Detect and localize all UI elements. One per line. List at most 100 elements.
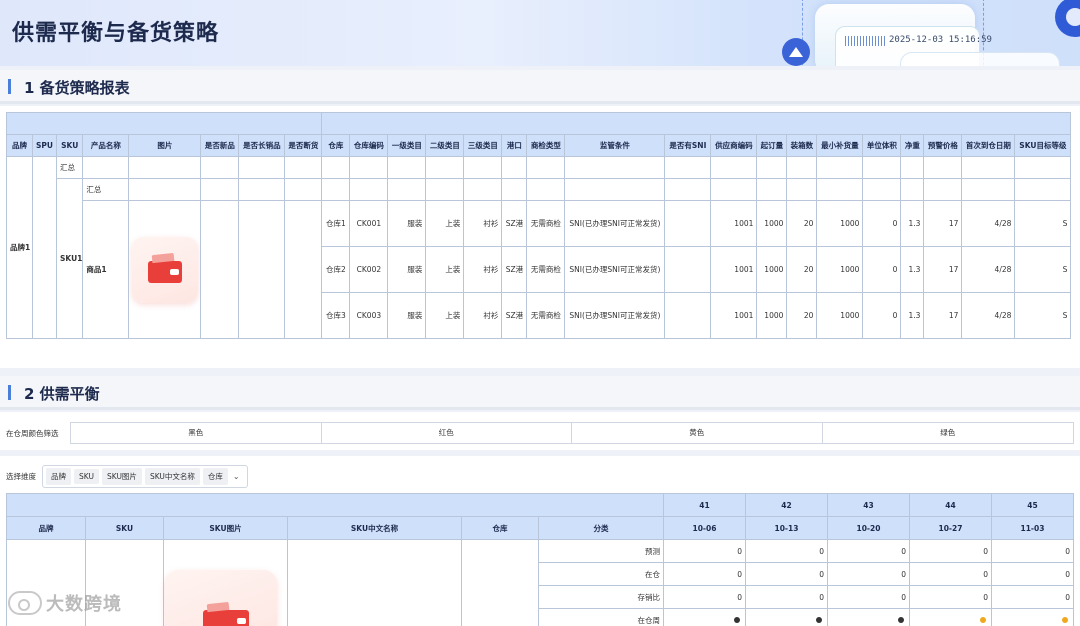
- status-dot-cell: [991, 608, 1074, 626]
- column-header[interactable]: SKU: [85, 516, 164, 540]
- column-header[interactable]: SPU: [32, 134, 57, 157]
- column-header[interactable]: SKU图片: [163, 516, 288, 540]
- first-date-cell: 4/28: [961, 246, 1016, 293]
- column-header[interactable]: SKU: [55, 134, 84, 157]
- volume-cell: 0: [862, 292, 902, 339]
- port-cell: SZ港: [501, 246, 528, 293]
- column-header[interactable]: SKU中文名称: [287, 516, 462, 540]
- column-header[interactable]: 监管条件: [564, 134, 666, 157]
- column-header[interactable]: 品牌: [6, 134, 33, 157]
- summary-cell: 汇总: [82, 178, 130, 201]
- chevron-down-icon[interactable]: ⌄: [233, 472, 240, 481]
- column-header[interactable]: 产品名称: [82, 134, 130, 157]
- weight-cell: 1.3: [900, 292, 925, 339]
- column-header[interactable]: 装箱数: [786, 134, 818, 157]
- status-dot-cell: [663, 608, 746, 626]
- dimension-tag[interactable]: SKU图片: [101, 468, 142, 485]
- product-image[interactable]: [131, 236, 198, 303]
- status-dot: [734, 616, 740, 623]
- column-header[interactable]: 商检类型: [526, 134, 566, 157]
- column-header[interactable]: 二级类目: [425, 134, 465, 157]
- column-header[interactable]: 仓库: [321, 134, 351, 157]
- dimension-tag[interactable]: SKU: [74, 469, 99, 484]
- column-header[interactable]: SKU目标等级: [1014, 134, 1072, 157]
- dimension-tag[interactable]: 仓库: [202, 468, 228, 485]
- warehouse-code-cell: CK001: [349, 200, 389, 247]
- date-header: 10-27: [909, 516, 992, 540]
- product-image-cell: [128, 200, 202, 339]
- section-title: 2 供需平衡: [24, 385, 100, 403]
- status-dot: [816, 616, 822, 623]
- color-option-red[interactable]: 红色: [322, 423, 572, 443]
- price-cell: 17: [923, 246, 963, 293]
- column-header[interactable]: 三级类目: [463, 134, 503, 157]
- color-option-green[interactable]: 绿色: [823, 423, 1074, 443]
- brand-logo-icon: [8, 591, 42, 615]
- dimension-select[interactable]: 品牌 SKU SKU图片 SKU中文名称 仓库 ⌄: [42, 465, 248, 488]
- port-cell: SZ港: [501, 200, 528, 247]
- min-replenish-cell: 1000: [816, 246, 864, 293]
- inspect-cell: 无需商检: [526, 200, 566, 247]
- color-option-black[interactable]: 黑色: [71, 423, 322, 443]
- moq-cell: 1000: [756, 292, 788, 339]
- column-header[interactable]: 分类: [538, 516, 664, 540]
- date-header: 10-06: [663, 516, 746, 540]
- column-header[interactable]: 仓库: [461, 516, 539, 540]
- avatar[interactable]: [1055, 0, 1080, 37]
- status-dot: [980, 616, 986, 623]
- column-header[interactable]: 品牌: [6, 516, 86, 540]
- box-cell: 20: [786, 246, 818, 293]
- price-cell: 17: [923, 200, 963, 247]
- column-header[interactable]: 净重: [900, 134, 925, 157]
- column-header[interactable]: 首次到仓日期: [961, 134, 1016, 157]
- level-cell: S: [1014, 246, 1072, 293]
- product-name-cell: 商品1: [82, 200, 130, 339]
- status-dot: [898, 616, 904, 623]
- value-cell: 0: [663, 585, 746, 609]
- column-header[interactable]: 起订量: [756, 134, 788, 157]
- table-row-summary: 品牌1 汇总: [6, 156, 1072, 339]
- color-filter-label: 在仓周颜色筛选: [6, 429, 59, 438]
- value-cell: 0: [991, 539, 1074, 563]
- moq-cell: 1000: [756, 246, 788, 293]
- column-header[interactable]: 是否断货: [284, 134, 323, 157]
- metric-label: 存销比: [538, 585, 664, 609]
- column-header[interactable]: 图片: [128, 134, 202, 157]
- value-cell: 0: [663, 539, 746, 563]
- stock-strategy-panel: 品牌 SPU SKU 产品名称 图片 是否新品 是否长销品 是否断货 仓库 仓库…: [0, 106, 1080, 368]
- inspect-cell: 无需商检: [526, 292, 566, 339]
- value-cell: 0: [745, 562, 828, 586]
- warehouse-cell: 仓库1: [321, 200, 351, 247]
- weight-cell: 1.3: [900, 246, 925, 293]
- volume-cell: 0: [862, 200, 902, 247]
- value-cell: 0: [663, 562, 746, 586]
- level-cell: S: [1014, 292, 1072, 339]
- first-date-cell: 4/28: [961, 200, 1016, 247]
- regulation-cell: SNI(已办理SNI可正常发货): [564, 200, 666, 247]
- table-row-summary: SKU1 汇总: [7, 178, 1072, 339]
- dimension-tag[interactable]: 品牌: [46, 468, 71, 485]
- column-header[interactable]: 单位体积: [862, 134, 902, 157]
- sku-image[interactable]: [165, 570, 277, 626]
- metric-label: 在仓: [538, 562, 664, 586]
- column-header[interactable]: 仓库编码: [349, 134, 389, 157]
- column-header[interactable]: 一级类目: [387, 134, 427, 157]
- column-header[interactable]: 预警价格: [923, 134, 963, 157]
- box-cell: 20: [786, 200, 818, 247]
- column-header[interactable]: 最小补货量: [816, 134, 864, 157]
- column-header[interactable]: 是否新品: [200, 134, 240, 157]
- column-header[interactable]: 是否长销品: [238, 134, 286, 157]
- color-option-yellow[interactable]: 黄色: [572, 423, 823, 443]
- column-header[interactable]: 供应商编码: [710, 134, 758, 157]
- color-filter-panel: 在仓周颜色筛选 黑色 红色 黄色 绿色: [0, 412, 1080, 450]
- table-row: 商品1 仓库1 CK001 服装 上装 衬衫 SZ港 无需商检 SNI(已办理S…: [7, 200, 1072, 339]
- status-dot-cell: [745, 608, 828, 626]
- section-header-stock-strategy: 1 备货策略报表: [0, 70, 1080, 104]
- page-header: 供需平衡与备货策略 2025-12-03 15:16:59: [0, 0, 1080, 66]
- column-header[interactable]: 是否有SNI: [664, 134, 712, 157]
- metric-label: 预测: [538, 539, 664, 563]
- dimension-tag[interactable]: SKU中文名称: [144, 468, 200, 485]
- column-header[interactable]: 港口: [501, 134, 528, 157]
- wallet-icon: [203, 610, 249, 626]
- value-cell: 0: [827, 562, 910, 586]
